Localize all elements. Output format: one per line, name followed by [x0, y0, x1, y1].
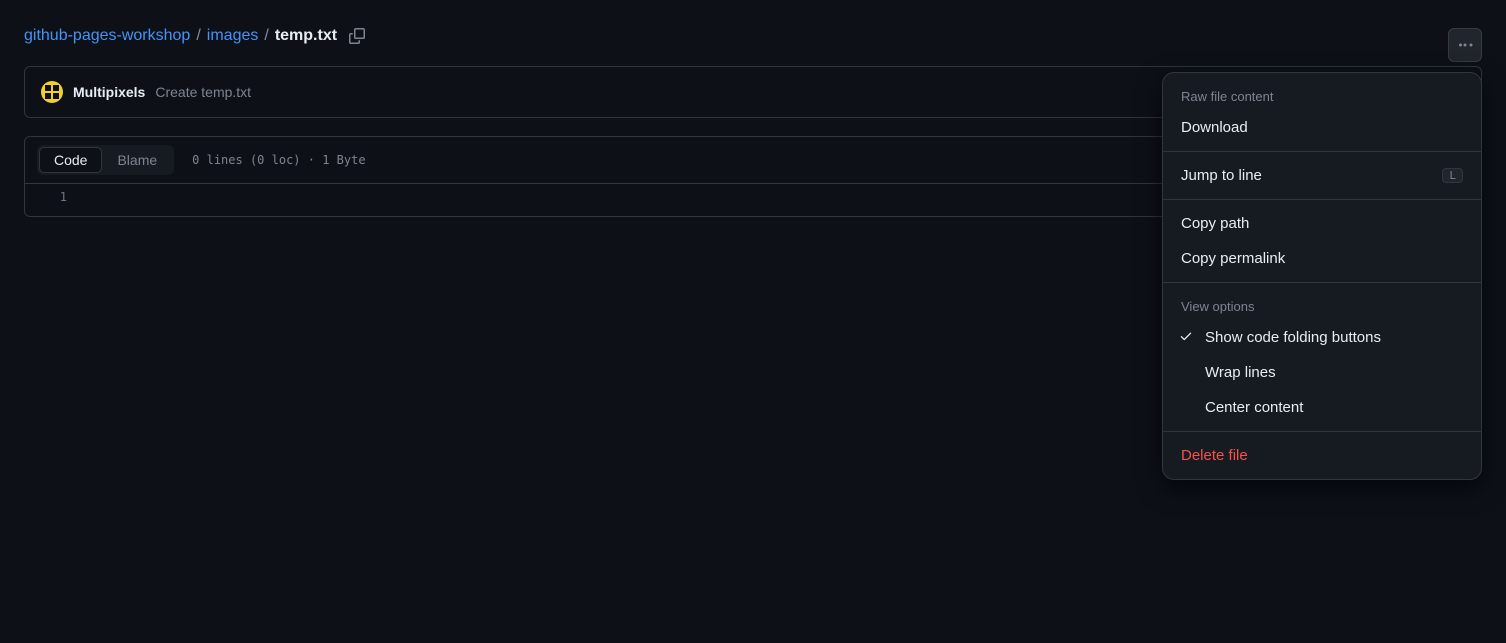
menu-item-label: Jump to line — [1181, 167, 1262, 184]
menu-section-raw: Raw file content — [1163, 79, 1481, 110]
menu-item-label: Delete file — [1181, 447, 1248, 464]
kebab-icon — [1457, 37, 1473, 53]
line-number-gutter: 1 — [25, 184, 85, 216]
menu-divider — [1163, 151, 1481, 152]
menu-divider — [1163, 282, 1481, 283]
menu-item-copy-path[interactable]: Copy path — [1163, 206, 1481, 241]
copy-icon — [349, 28, 365, 44]
breadcrumb-sep: / — [196, 27, 200, 45]
tab-blame[interactable]: Blame — [102, 147, 172, 173]
file-stats: 0 lines (0 loc) · 1 Byte — [192, 153, 365, 167]
menu-divider — [1163, 199, 1481, 200]
commit-author[interactable]: Multipixels — [73, 84, 145, 100]
menu-item-label: Wrap lines — [1205, 364, 1276, 381]
breadcrumb-repo-link[interactable]: github-pages-workshop — [24, 27, 190, 45]
menu-item-show-code-folding[interactable]: Show code folding buttons — [1163, 320, 1481, 355]
menu-item-copy-permalink[interactable]: Copy permalink — [1163, 241, 1481, 276]
tab-code[interactable]: Code — [39, 147, 102, 173]
kbd-shortcut: L — [1442, 168, 1463, 183]
menu-section-view: View options — [1163, 289, 1481, 320]
breadcrumb-current-file: temp.txt — [275, 27, 337, 45]
avatar[interactable] — [41, 81, 63, 103]
more-options-button[interactable] — [1448, 28, 1482, 62]
menu-item-label: Copy permalink — [1181, 250, 1285, 267]
commit-message[interactable]: Create temp.txt — [155, 84, 251, 100]
menu-item-center-content[interactable]: Center content — [1163, 390, 1481, 425]
more-options-menu: Raw file content Download Jump to line L… — [1162, 72, 1482, 480]
breadcrumb-sep: / — [264, 27, 268, 45]
breadcrumb-row: github-pages-workshop / images / temp.tx… — [24, 24, 1482, 48]
menu-divider — [1163, 431, 1481, 432]
breadcrumb-folder-link[interactable]: images — [207, 27, 259, 45]
view-toggle: Code Blame — [37, 145, 174, 175]
menu-item-label: Download — [1181, 119, 1248, 136]
menu-item-download[interactable]: Download — [1163, 110, 1481, 145]
copy-path-button[interactable] — [345, 24, 369, 48]
menu-item-label: Center content — [1205, 399, 1303, 416]
menu-item-label: Copy path — [1181, 215, 1249, 232]
menu-item-jump-to-line[interactable]: Jump to line L — [1163, 158, 1481, 193]
menu-item-wrap-lines[interactable]: Wrap lines — [1163, 355, 1481, 390]
breadcrumb: github-pages-workshop / images / temp.tx… — [24, 27, 337, 45]
check-icon — [1179, 329, 1193, 347]
menu-item-label: Show code folding buttons — [1205, 329, 1381, 346]
line-number[interactable]: 1 — [25, 190, 67, 204]
menu-item-delete-file[interactable]: Delete file — [1163, 438, 1481, 473]
